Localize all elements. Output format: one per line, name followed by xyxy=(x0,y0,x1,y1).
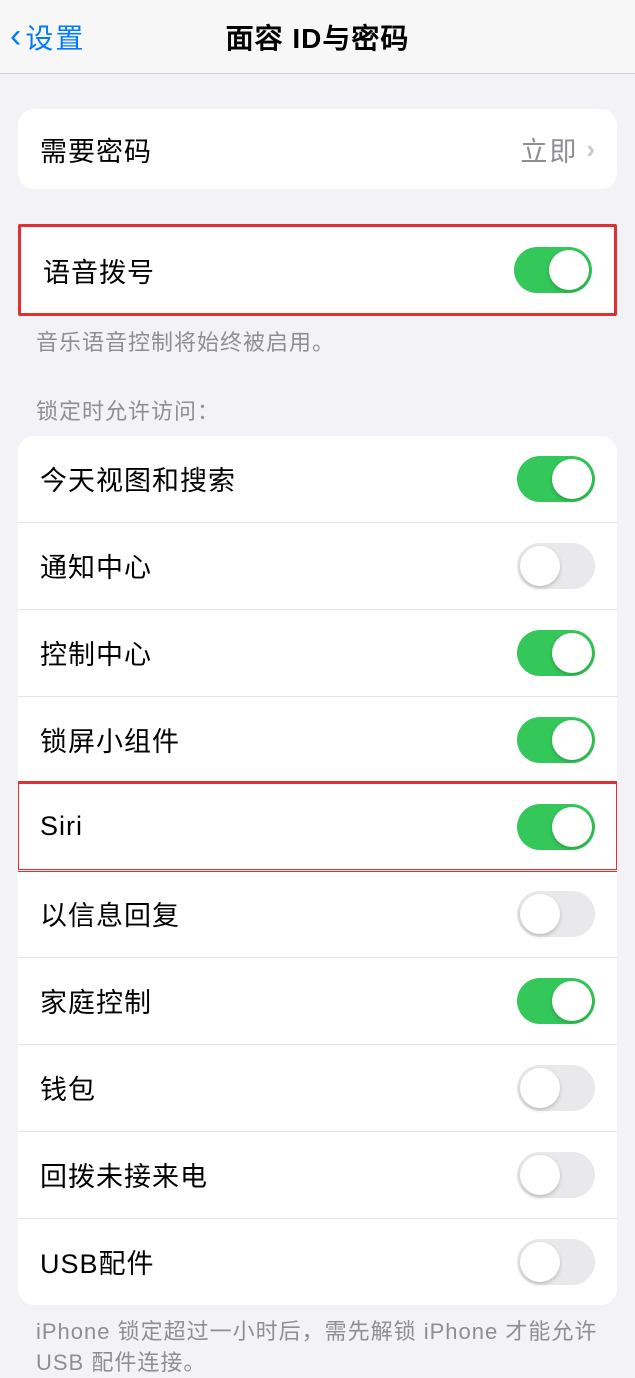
lock-access-toggle[interactable] xyxy=(517,1239,595,1285)
back-label: 设置 xyxy=(25,17,85,57)
lock-access-toggle[interactable] xyxy=(517,978,595,1024)
voice-dial-toggle[interactable] xyxy=(514,247,592,293)
lock-access-label: 今天视图和搜索 xyxy=(40,459,236,498)
require-passcode-row[interactable]: 需要密码 立即 › xyxy=(18,109,617,189)
lock-access-row: 家庭控制 xyxy=(18,957,617,1044)
lock-access-toggle[interactable] xyxy=(517,456,595,502)
lock-access-row: Siri xyxy=(18,783,617,870)
voice-dial-section: 语音拨号 xyxy=(18,224,617,316)
lock-access-row: 钱包 xyxy=(18,1044,617,1131)
passcode-section: 需要密码 立即 › xyxy=(18,109,617,189)
lock-access-row: 通知中心 xyxy=(18,522,617,609)
toggle-knob xyxy=(520,1068,560,1108)
toggle-knob xyxy=(520,1155,560,1195)
lock-access-header: 锁定时允许访问： xyxy=(0,394,635,436)
back-button[interactable]: ‹ 设置 xyxy=(10,17,85,57)
lock-access-toggle[interactable] xyxy=(517,804,595,850)
lock-access-label: 控制中心 xyxy=(40,633,152,672)
toggle-knob xyxy=(520,894,560,934)
toggle-knob xyxy=(520,546,560,586)
require-passcode-label: 需要密码 xyxy=(40,130,152,169)
toggle-knob xyxy=(552,633,592,673)
toggle-knob xyxy=(552,459,592,499)
lock-access-label: 锁屏小组件 xyxy=(40,720,180,759)
lock-access-row: 今天视图和搜索 xyxy=(18,436,617,522)
lock-access-section: 今天视图和搜索通知中心控制中心锁屏小组件 Siri 以信息回复家庭控制钱包回拨未接来… xyxy=(18,436,617,1305)
toggle-knob xyxy=(520,1242,560,1282)
chevron-right-icon: › xyxy=(586,134,595,165)
toggle-knob xyxy=(552,807,592,847)
lock-access-label: USB配件 xyxy=(40,1242,155,1281)
lock-access-toggle[interactable] xyxy=(517,543,595,589)
lock-access-footer: iPhone 锁定超过一小时后，需先解锁 iPhone 才能允许 USB 配件连… xyxy=(0,1305,635,1378)
chevron-left-icon: ‹ xyxy=(10,17,21,56)
lock-access-row: 回拨未接来电 xyxy=(18,1131,617,1218)
navigation-header: ‹ 设置 面容 ID与密码 xyxy=(0,0,635,74)
row-right: 立即 › xyxy=(520,130,595,169)
lock-access-label: 通知中心 xyxy=(40,546,152,585)
lock-access-row: 以信息回复 xyxy=(18,870,617,957)
require-passcode-value: 立即 xyxy=(520,130,578,169)
voice-dial-label: 语音拨号 xyxy=(43,251,155,290)
toggle-knob xyxy=(552,720,592,760)
lock-access-label: 以信息回复 xyxy=(40,894,180,933)
toggle-knob xyxy=(549,250,589,290)
lock-access-label: 家庭控制 xyxy=(40,981,152,1020)
lock-access-row: 控制中心 xyxy=(18,609,617,696)
lock-access-label: 钱包 xyxy=(40,1068,96,1107)
lock-access-toggle[interactable] xyxy=(517,1152,595,1198)
lock-access-toggle[interactable] xyxy=(517,717,595,763)
lock-access-row: USB配件 xyxy=(18,1218,617,1305)
voice-dial-footer: 音乐语音控制将始终被启用。 xyxy=(0,316,635,359)
lock-access-label: 回拨未接来电 xyxy=(40,1155,208,1194)
lock-access-toggle[interactable] xyxy=(517,630,595,676)
voice-dial-row: 语音拨号 xyxy=(21,227,614,313)
lock-access-label: Siri xyxy=(40,811,83,842)
content-area: 需要密码 立即 › 语音拨号 音乐语音控制将始终被启用。 锁定时允许访问： 今天… xyxy=(0,109,635,1378)
lock-access-toggle[interactable] xyxy=(517,1065,595,1111)
lock-access-toggle[interactable] xyxy=(517,891,595,937)
lock-access-row: 锁屏小组件 xyxy=(18,696,617,783)
toggle-knob xyxy=(552,981,592,1021)
page-title: 面容 ID与密码 xyxy=(0,17,635,57)
